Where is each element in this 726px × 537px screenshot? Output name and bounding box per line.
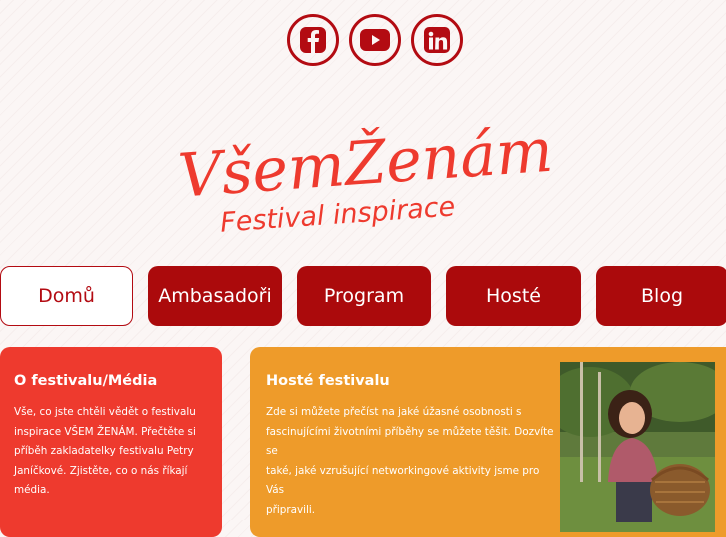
about-text-line: Vše, co jste chtěli vědět o festivalu <box>14 406 196 418</box>
nav-guests[interactable]: Hosté <box>446 266 581 326</box>
about-text-line: příběh zakladatelky festivalu Petry <box>14 445 194 457</box>
nav-blog-label: Blog <box>641 285 683 307</box>
guests-text-line: připravili. <box>266 503 316 516</box>
social-links <box>287 14 463 66</box>
nav-home-label: Domů <box>38 285 95 307</box>
festival-logo[interactable]: VšemŽenám Festival inspirace <box>170 84 560 234</box>
nav-blog[interactable]: Blog <box>596 266 726 326</box>
about-card-text: Vše, co jste chtěli vědět o festivalu in… <box>14 403 214 501</box>
facebook-icon[interactable] <box>287 14 339 66</box>
nav-ambassadors[interactable]: Ambasadoři <box>148 266 282 326</box>
guests-card-text: Zde si můžete přečíst na jaké úžasné oso… <box>266 403 556 520</box>
guests-text-line: Zde si můžete přečíst na jaké úžasné oso… <box>266 406 522 418</box>
nav-guests-label: Hosté <box>486 285 541 307</box>
youtube-icon[interactable] <box>349 14 401 66</box>
linkedin-icon[interactable] <box>411 14 463 66</box>
about-text-line: inspirace VŠEM ŽENÁM. Přečtěte si <box>14 425 196 438</box>
about-text-line: média. <box>14 484 50 496</box>
guests-text-line: fascinujícími životními příběhy se můžet… <box>266 425 554 458</box>
nav-ambassadors-label: Ambasadoři <box>158 285 272 307</box>
guests-card-title: Hosté festivalu <box>266 373 390 389</box>
about-card-title: O festivalu/Média <box>14 373 158 389</box>
main-nav: Domů Ambasadoři Program Hosté Blog <box>0 266 726 326</box>
nav-program-label: Program <box>323 285 405 307</box>
about-text-line: Janíčkové. Zjistěte, co o nás říkají <box>14 464 188 477</box>
guest-photo <box>560 362 715 532</box>
guests-text-line: také, jaké vzrušující networkingové akti… <box>266 464 540 497</box>
about-card[interactable]: O festivalu/Média Vše, co jste chtěli vě… <box>0 347 222 537</box>
nav-program[interactable]: Program <box>297 266 431 326</box>
nav-home[interactable]: Domů <box>0 266 133 326</box>
